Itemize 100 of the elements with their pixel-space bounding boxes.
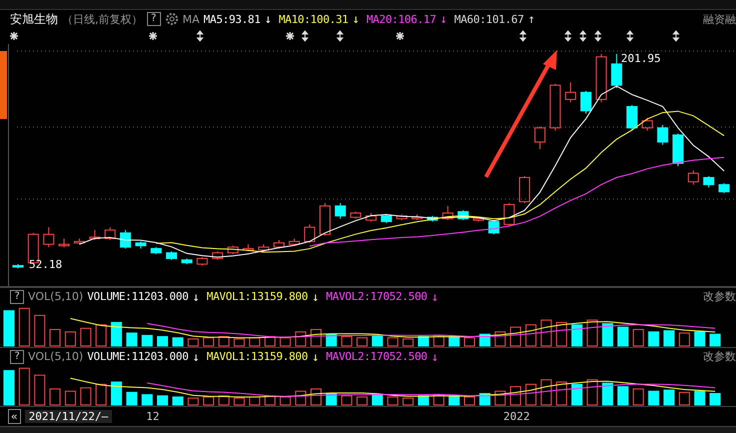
candle <box>12 264 24 269</box>
volume-bar <box>280 337 291 346</box>
candle <box>242 244 254 252</box>
candle <box>212 250 224 260</box>
volume-bar <box>50 329 61 346</box>
candle <box>58 238 70 248</box>
volume-bar <box>632 388 644 406</box>
volume-bar <box>326 334 337 346</box>
candle <box>227 245 238 255</box>
candle <box>181 258 192 265</box>
volume-bar <box>571 384 582 406</box>
volume-bar <box>80 328 92 346</box>
volume-bar <box>172 337 184 346</box>
volume-bar <box>356 337 368 346</box>
help-button[interactable]: ? <box>146 12 161 26</box>
volume-bar <box>110 322 122 346</box>
candle <box>657 124 668 146</box>
volume-bar <box>203 396 214 406</box>
up-down-arrow-icon <box>672 30 680 42</box>
candle <box>396 214 408 221</box>
volume-bar <box>110 382 122 406</box>
volume-bar <box>710 393 721 406</box>
volume-bar <box>50 388 61 406</box>
up-down-arrow-icon <box>301 30 309 42</box>
volume-bar <box>494 390 506 406</box>
volume-bar <box>571 324 582 346</box>
candle <box>334 202 346 220</box>
settings-icon[interactable] <box>164 12 179 26</box>
indicator-label: VOL(5,10) <box>28 290 84 303</box>
volume-bar <box>602 382 614 406</box>
margin-label[interactable]: 融资融 <box>703 12 736 26</box>
volume-bar <box>249 337 260 346</box>
up-down-arrow-icon <box>626 30 634 42</box>
volume-bar <box>157 395 168 406</box>
volume-bar <box>326 393 337 406</box>
candle <box>166 250 177 260</box>
candle <box>688 170 699 186</box>
volume-bar <box>525 384 536 406</box>
volume-value: MAVOL1:13159.800 <box>206 290 308 303</box>
volume-bar <box>218 336 230 346</box>
candle <box>288 238 300 246</box>
volume-bar <box>64 390 76 406</box>
indicator-label: VOL(5,10) <box>28 350 84 363</box>
volume-bar <box>433 394 444 406</box>
candle <box>550 83 561 132</box>
volume-bar <box>479 334 490 346</box>
volume-bar <box>494 331 506 346</box>
volume-bar <box>341 395 352 406</box>
volume-bar <box>618 326 628 346</box>
volume-bar <box>18 368 30 406</box>
ma-value: MA10:100.31 <box>278 12 348 26</box>
scroll-back-button[interactable]: « <box>8 409 21 424</box>
candle <box>426 215 438 222</box>
volume-bar <box>402 398 414 406</box>
candle <box>565 82 576 103</box>
volume-bar <box>448 395 460 406</box>
volume-bar <box>96 384 107 406</box>
candle <box>380 214 392 224</box>
volume-bar <box>525 324 536 346</box>
candle <box>488 220 500 235</box>
volume-bar <box>142 394 153 406</box>
volume-bar <box>310 388 322 406</box>
trend-arrow: ↓ <box>431 290 438 304</box>
volume-bar <box>586 320 598 346</box>
candle <box>196 256 208 266</box>
candle <box>412 214 423 221</box>
candle <box>104 226 116 241</box>
volume-bar <box>402 338 414 346</box>
candle <box>74 238 85 245</box>
low-price-label: 52.18 <box>28 258 62 271</box>
volume-bar <box>126 332 138 346</box>
volume-bar <box>4 370 14 406</box>
trend-arrow: ↓ <box>264 12 272 26</box>
volume-bar <box>433 334 444 346</box>
volume-bar <box>418 336 429 346</box>
up-down-arrow-icon <box>196 30 204 42</box>
help-button[interactable]: ? <box>10 350 24 364</box>
volume-bar <box>464 396 475 406</box>
star-icon <box>286 32 294 40</box>
trend-arrow: ↓ <box>192 350 200 364</box>
up-down-arrow-icon <box>594 30 602 42</box>
axis-label: 2022 <box>503 410 530 423</box>
volume-value: VOLUME:11203.000 <box>87 350 188 363</box>
volume-bar <box>295 331 306 346</box>
volume-bar <box>18 308 30 346</box>
volume-bar <box>664 330 675 346</box>
candle <box>672 133 684 167</box>
edit-parameters-link[interactable]: 改参数 <box>703 349 736 364</box>
volume-bar <box>142 334 153 346</box>
help-button[interactable]: ? <box>10 290 24 304</box>
candle <box>534 126 546 150</box>
volume-bar <box>310 329 322 346</box>
volume-bar <box>295 390 306 406</box>
candle <box>366 212 377 222</box>
edit-parameters-link[interactable]: 改参数 <box>703 289 736 304</box>
volume-bar <box>264 336 276 346</box>
high-price-label: 201.95 <box>620 52 661 65</box>
volume-bar <box>218 395 230 406</box>
volume-bar <box>4 310 14 346</box>
volume-bar <box>540 320 552 346</box>
